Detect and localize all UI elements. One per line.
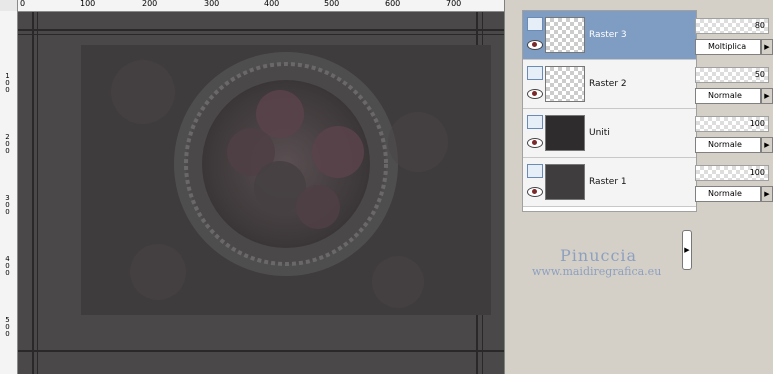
blend-mode-select[interactable]: Normale xyxy=(695,137,761,153)
ruler-left-label: 5 0 0 xyxy=(5,316,10,338)
blend-mode-label: Normale xyxy=(708,189,742,198)
opacity-slider[interactable]: 80 xyxy=(695,18,769,34)
blend-mode-label: Normale xyxy=(708,140,742,149)
ruler-left-label: 1 0 0 xyxy=(5,72,10,94)
vertical-ruler: 1 0 0 2 0 0 3 0 0 4 0 0 5 0 0 xyxy=(0,11,18,374)
ruler-left-label: 2 0 0 xyxy=(5,133,10,155)
layer-thumbnail xyxy=(545,164,585,200)
eye-icon[interactable] xyxy=(527,138,543,148)
raster-layer-icon xyxy=(527,17,543,31)
watermark-url: www.maidiregrafica.eu xyxy=(532,265,662,278)
layer-row-raster-2[interactable]: Raster 2 xyxy=(523,60,696,109)
chevron-right-icon[interactable]: ▶ xyxy=(761,39,773,55)
raster-layer-icon xyxy=(527,115,543,129)
blend-mode-select[interactable]: Moltiplica xyxy=(695,39,761,55)
raster-layer-icon xyxy=(527,164,543,178)
opacity-slider[interactable]: 100 xyxy=(695,116,769,132)
chevron-right-icon[interactable]: ▶ xyxy=(761,137,773,153)
eye-icon[interactable] xyxy=(527,40,543,50)
ruler-left-label: 4 0 0 xyxy=(5,255,10,277)
blend-mode-label: Moltiplica xyxy=(708,42,747,51)
layer-thumbnail xyxy=(545,66,585,102)
opacity-slider[interactable]: 100 xyxy=(695,165,769,181)
horizontal-ruler: 0 100 200 300 400 500 600 700 xyxy=(0,0,504,12)
ruler-top-label: 400 xyxy=(264,0,280,8)
ruler-top-label: 0 xyxy=(20,0,26,8)
opacity-value: 100 xyxy=(749,168,765,177)
layers-list: Raster 3 Raster 2 Uniti Raster 1 xyxy=(522,10,697,212)
rose-medallion-image xyxy=(111,52,448,308)
watermark-signature: Pinuccia xyxy=(560,246,638,265)
ruler-left-label: 3 0 0 xyxy=(5,194,10,216)
blend-mode-select[interactable]: Normale xyxy=(695,186,761,202)
layer-name: Raster 3 xyxy=(589,30,627,40)
layer-properties-column: 80 Moltiplica ▶ 50 Normale ▶ 100 Normale… xyxy=(695,10,773,210)
layer-row-raster-1[interactable]: Raster 1 xyxy=(523,158,696,207)
layer-name: Raster 1 xyxy=(589,177,627,187)
ruler-top-label: 500 xyxy=(324,0,340,8)
ruler-top-label: 600 xyxy=(385,0,401,8)
chevron-right-icon[interactable]: ▶ xyxy=(761,186,773,202)
opacity-value: 50 xyxy=(754,70,765,79)
eye-icon[interactable] xyxy=(527,187,543,197)
ruler-top-label: 700 xyxy=(446,0,462,8)
chevron-right-icon[interactable]: ▶ xyxy=(761,88,773,104)
collapse-panel-tab[interactable]: ▶ xyxy=(682,230,692,270)
layer-row-uniti[interactable]: Uniti xyxy=(523,109,696,158)
raster-layer-icon xyxy=(527,66,543,80)
opacity-slider[interactable]: 50 xyxy=(695,67,769,83)
opacity-value: 80 xyxy=(754,21,765,30)
eye-icon[interactable] xyxy=(527,89,543,99)
blend-mode-select[interactable]: Normale xyxy=(695,88,761,104)
layer-name: Raster 2 xyxy=(589,79,627,89)
ruler-top-label: 200 xyxy=(142,0,158,8)
image-canvas[interactable] xyxy=(18,12,504,374)
layer-row-raster-3[interactable]: Raster 3 xyxy=(523,11,696,60)
layer-thumbnail xyxy=(545,115,585,151)
ruler-top-label: 300 xyxy=(204,0,220,8)
opacity-value: 100 xyxy=(749,119,765,128)
layer-name: Uniti xyxy=(589,128,610,138)
layers-palette: Raster 3 Raster 2 Uniti Raster 1 80 Molt… xyxy=(512,0,773,374)
layer-thumbnail xyxy=(545,17,585,53)
ruler-top-label: 100 xyxy=(80,0,96,8)
blend-mode-label: Normale xyxy=(708,91,742,100)
